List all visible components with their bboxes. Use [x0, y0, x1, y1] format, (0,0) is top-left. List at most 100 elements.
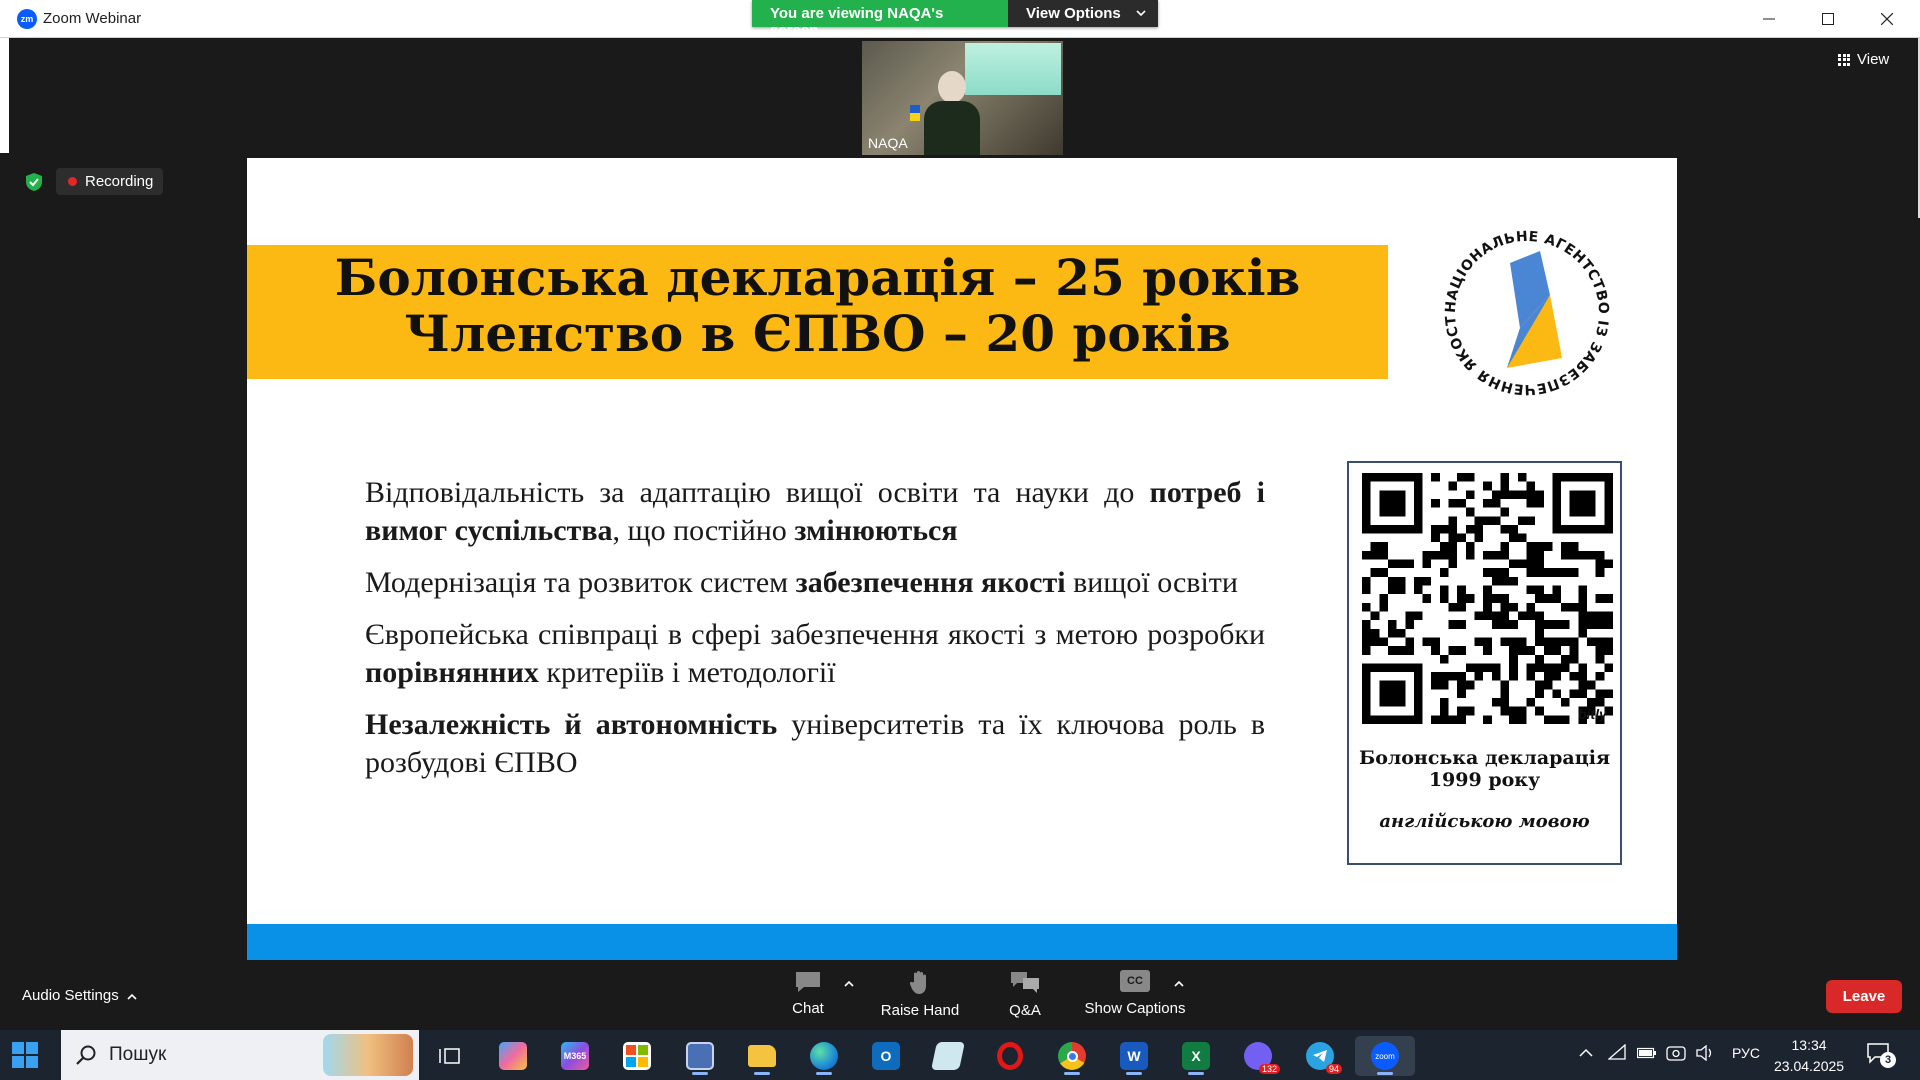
taskbar-notes[interactable]: [928, 1036, 968, 1076]
show-captions-label: Show Captions: [1084, 1000, 1186, 1017]
notification-count-badge: 3: [1880, 1052, 1896, 1068]
search-placeholder: Пошук: [109, 1044, 167, 1065]
leave-button[interactable]: Leave: [1826, 980, 1902, 1013]
slide-title: Болонська декларація – 25 років Членство…: [247, 250, 1388, 362]
taskbar-file-explorer[interactable]: [742, 1036, 782, 1076]
system-clock[interactable]: 13:34 23.04.2025: [1774, 1035, 1844, 1077]
share-status: You are viewing NAQA's screen: [752, 0, 1008, 39]
captions-options-chevron-icon[interactable]: [1174, 976, 1184, 990]
clock-date: 23.04.2025: [1774, 1058, 1845, 1074]
close-icon: [1881, 13, 1893, 25]
slide-bottom-stripe: [247, 924, 1677, 960]
audio-settings-label: Audio Settings: [22, 987, 119, 1004]
search-icon: [76, 1045, 96, 1065]
cc-icon: CC: [1120, 970, 1150, 992]
show-hidden-icons-chevron-icon[interactable]: [1579, 1048, 1593, 1058]
taskbar-telegram[interactable]: 94: [1300, 1036, 1342, 1076]
taskbar-opera[interactable]: [990, 1036, 1030, 1076]
battery-icon[interactable]: [1637, 1047, 1657, 1059]
taskbar-copilot[interactable]: [493, 1036, 533, 1076]
bullet-3: Європейська співпраці в сфері забезпечен…: [365, 618, 1265, 689]
minimize-button[interactable]: [1740, 0, 1798, 38]
participant-name: NAQA: [868, 135, 908, 151]
speaker-figure: [922, 71, 982, 155]
notification-center-button[interactable]: 3: [1866, 1042, 1896, 1068]
maximize-button[interactable]: [1799, 0, 1857, 38]
copilot-icon: [499, 1042, 527, 1070]
slide-bullets: Відповідальність за адаптацію вищої осві…: [365, 474, 1265, 796]
chrome-icon: [1058, 1042, 1086, 1070]
telegram-badge: 94: [1325, 1064, 1342, 1074]
taskbar-edge[interactable]: [804, 1036, 844, 1076]
chevron-down-icon: [1136, 10, 1146, 17]
chat-options-chevron-icon[interactable]: [844, 976, 854, 990]
window-edge: [0, 38, 9, 153]
floppy-disk-icon: [686, 1042, 714, 1070]
start-button[interactable]: [12, 1042, 38, 1068]
raise-hand-label: Raise Hand: [880, 1002, 960, 1019]
folder-icon: [748, 1045, 776, 1067]
recording-dot-icon: [68, 177, 77, 186]
taskbar-store[interactable]: [617, 1036, 657, 1076]
recording-indicator[interactable]: Recording: [56, 168, 164, 195]
window-title: Zoom Webinar: [43, 10, 142, 27]
taskbar-search-box[interactable]: Пошук: [61, 1030, 419, 1080]
zoom-app-icon: zoom: [1371, 1042, 1399, 1070]
taskbar-m365[interactable]: M365: [555, 1036, 595, 1076]
volume-icon[interactable]: [1696, 1045, 1716, 1061]
task-view-button[interactable]: [430, 1036, 470, 1076]
taskbar-save-app[interactable]: [680, 1036, 720, 1076]
raise-hand-button[interactable]: Raise Hand: [860, 970, 980, 1030]
flag-icon: [910, 105, 920, 121]
qa-label: Q&A: [1009, 1002, 1041, 1019]
word-icon: W: [1120, 1042, 1148, 1070]
bullet-2: Модернізація та розвиток систем забезпеч…: [365, 566, 1238, 599]
minimize-icon: [1763, 18, 1775, 20]
maximize-icon: [1822, 13, 1834, 25]
taskbar-chrome[interactable]: [1052, 1036, 1092, 1076]
view-button[interactable]: View: [1838, 51, 1889, 68]
search-highlight-image: [323, 1034, 413, 1076]
viber-badge: 132: [1258, 1064, 1280, 1074]
network-icon[interactable]: [1608, 1044, 1626, 1060]
clock-time: 13:34: [1791, 1037, 1827, 1053]
close-button[interactable]: [1858, 0, 1916, 38]
qr-code-image: [1362, 473, 1613, 724]
store-icon: [623, 1042, 651, 1070]
qr-caption: Болонська декларація 1999 року: [1358, 747, 1611, 791]
audio-settings-button[interactable]: Audio Settings: [22, 987, 137, 1004]
camera-privacy-icon[interactable]: [1666, 1044, 1686, 1062]
slide-title-banner: Болонська декларація – 25 років Членство…: [247, 245, 1388, 379]
grid-view-icon: [1838, 53, 1850, 66]
excel-icon: X: [1182, 1042, 1210, 1070]
task-view-icon: [439, 1048, 460, 1064]
outlook-icon: O: [872, 1042, 900, 1070]
chevron-up-icon: [127, 993, 137, 1000]
qr-caption-language: англійською мовою: [1379, 811, 1590, 832]
participant-video-thumbnail[interactable]: NAQA: [862, 41, 1063, 155]
raise-hand-icon: [909, 971, 926, 994]
view-button-label: View: [1857, 51, 1890, 68]
chat-label: Chat: [792, 1000, 824, 1017]
taskbar-outlook[interactable]: O: [866, 1036, 906, 1076]
notes-icon: [931, 1042, 965, 1070]
zoom-logo-icon: zm: [17, 9, 37, 29]
taskbar-excel[interactable]: X: [1176, 1036, 1216, 1076]
bitly-label: bitly: [1578, 706, 1607, 722]
shared-slide: Болонська декларація – 25 років Членство…: [247, 158, 1677, 960]
screen-share-banner: You are viewing NAQA's screen View Optio…: [752, 0, 1158, 39]
security-shield-icon[interactable]: [25, 172, 43, 192]
taskbar-viber[interactable]: 132: [1238, 1036, 1280, 1076]
qa-icon: [1011, 972, 1039, 993]
taskbar-word[interactable]: W: [1114, 1036, 1154, 1076]
qa-button[interactable]: Q&A: [965, 970, 1085, 1030]
input-language-indicator[interactable]: РУС: [1732, 1045, 1760, 1061]
taskbar-zoom[interactable]: zoom: [1355, 1036, 1415, 1076]
slide-title-line2: Членство в ЄПВО – 20 років: [404, 304, 1231, 363]
opera-icon: [997, 1042, 1023, 1070]
bullet-1: Відповідальність за адаптацію вищої осві…: [365, 476, 1266, 547]
qr-code-card: bitly Болонська декларація 1999 року анг…: [1347, 461, 1622, 865]
edge-icon: [810, 1042, 838, 1070]
view-options-button[interactable]: View Options: [1008, 0, 1158, 27]
naqa-logo: НАЦІОНАЛЬНЕ АГЕНТСТВО ІЗ ЗАБЕЗПЕЧЕННЯ ЯК…: [1432, 218, 1611, 397]
